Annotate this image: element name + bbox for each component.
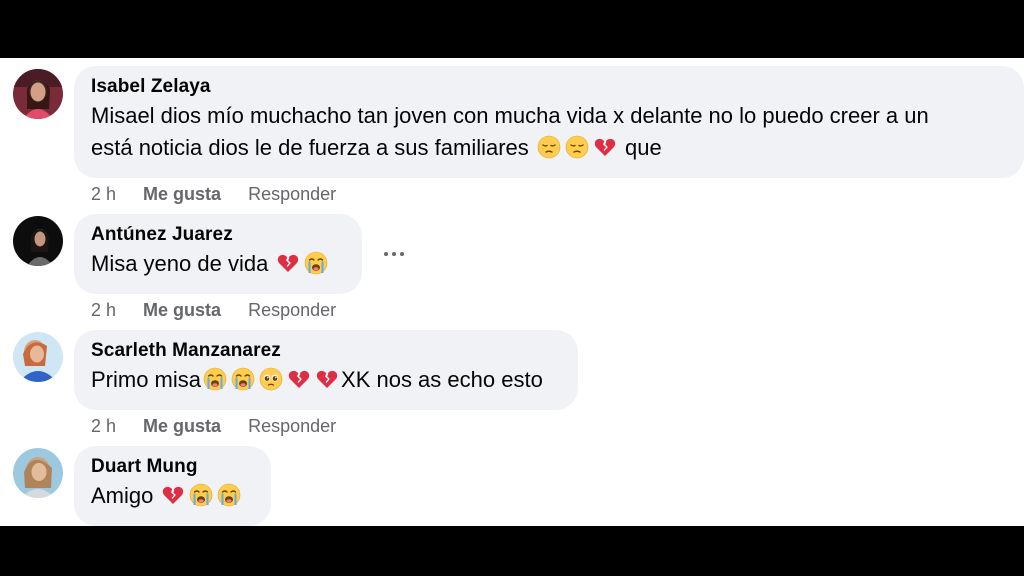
comment-text-tail: que [618, 135, 662, 160]
avatar[interactable] [13, 448, 63, 498]
comment-text-line: Amigo [91, 483, 160, 508]
comment-text-line: Misa yeno de vida [91, 251, 275, 276]
comment-actions: 2 h Me gusta Responder [91, 299, 358, 321]
avatar-photo-icon [13, 448, 63, 498]
comment-author[interactable]: Isabel Zelaya [91, 75, 1008, 99]
comment-bubble: Duart Mung Amigo [74, 446, 271, 526]
comment-actions: 2 h Me gusta Responder [91, 415, 358, 437]
comment-bubble: Antúnez Juarez Misa yeno de vida [74, 214, 362, 294]
avatar-photo-icon [13, 216, 63, 266]
comment-bubble: Scarleth Manzanarez Primo misa XK nos as … [74, 330, 578, 410]
comment-text-line: está noticia dios le de fuerza a sus fam… [91, 135, 535, 160]
comment-actions: 2 h Me gusta Responder [91, 183, 358, 205]
more-options-icon[interactable] [383, 249, 405, 259]
crying-face-icon [189, 483, 213, 507]
reply-button[interactable]: Responder [248, 415, 336, 437]
broken-heart-icon [593, 135, 617, 159]
comment-text: Misa yeno de vida [91, 248, 346, 280]
comment-time[interactable]: 2 h [91, 299, 116, 321]
broken-heart-icon [161, 483, 185, 507]
pensive-face-icon [565, 135, 589, 159]
broken-heart-icon [276, 251, 300, 275]
avatar-photo-icon [13, 69, 63, 119]
comment-text-line: Primo misa [91, 367, 202, 392]
crying-face-icon [203, 367, 227, 391]
crying-face-icon [217, 483, 241, 507]
comment-text: Misael dios mío muchacho tan joven con m… [91, 100, 1008, 164]
avatar[interactable] [13, 332, 63, 382]
like-button[interactable]: Me gusta [143, 299, 221, 321]
crying-face-icon [304, 251, 328, 275]
crying-face-icon [231, 367, 255, 391]
comment-text-line: Misael dios mío muchacho tan joven con m… [91, 103, 929, 128]
like-button[interactable]: Me gusta [143, 415, 221, 437]
comment-text-tail: XK nos as echo esto [341, 367, 543, 392]
broken-heart-icon [287, 367, 311, 391]
comment-text: Amigo [91, 480, 255, 512]
comment-author[interactable]: Duart Mung [91, 455, 255, 479]
reply-button[interactable]: Responder [248, 183, 336, 205]
comment-author[interactable]: Antúnez Juarez [91, 223, 346, 247]
comment-bubble: Isabel Zelaya Misael dios mío muchacho t… [74, 66, 1024, 178]
pensive-face-icon [537, 135, 561, 159]
avatar-photo-icon [13, 332, 63, 382]
pleading-face-icon [259, 367, 283, 391]
comments-panel: Isabel Zelaya Misael dios mío muchacho t… [0, 58, 1024, 526]
comment-author[interactable]: Scarleth Manzanarez [91, 339, 562, 363]
comment-text: Primo misa XK nos as echo esto [91, 364, 562, 396]
avatar[interactable] [13, 216, 63, 266]
reply-button[interactable]: Responder [248, 299, 336, 321]
avatar[interactable] [13, 69, 63, 119]
broken-heart-icon [315, 367, 339, 391]
comment-time[interactable]: 2 h [91, 415, 116, 437]
like-button[interactable]: Me gusta [143, 183, 221, 205]
comment-time[interactable]: 2 h [91, 183, 116, 205]
